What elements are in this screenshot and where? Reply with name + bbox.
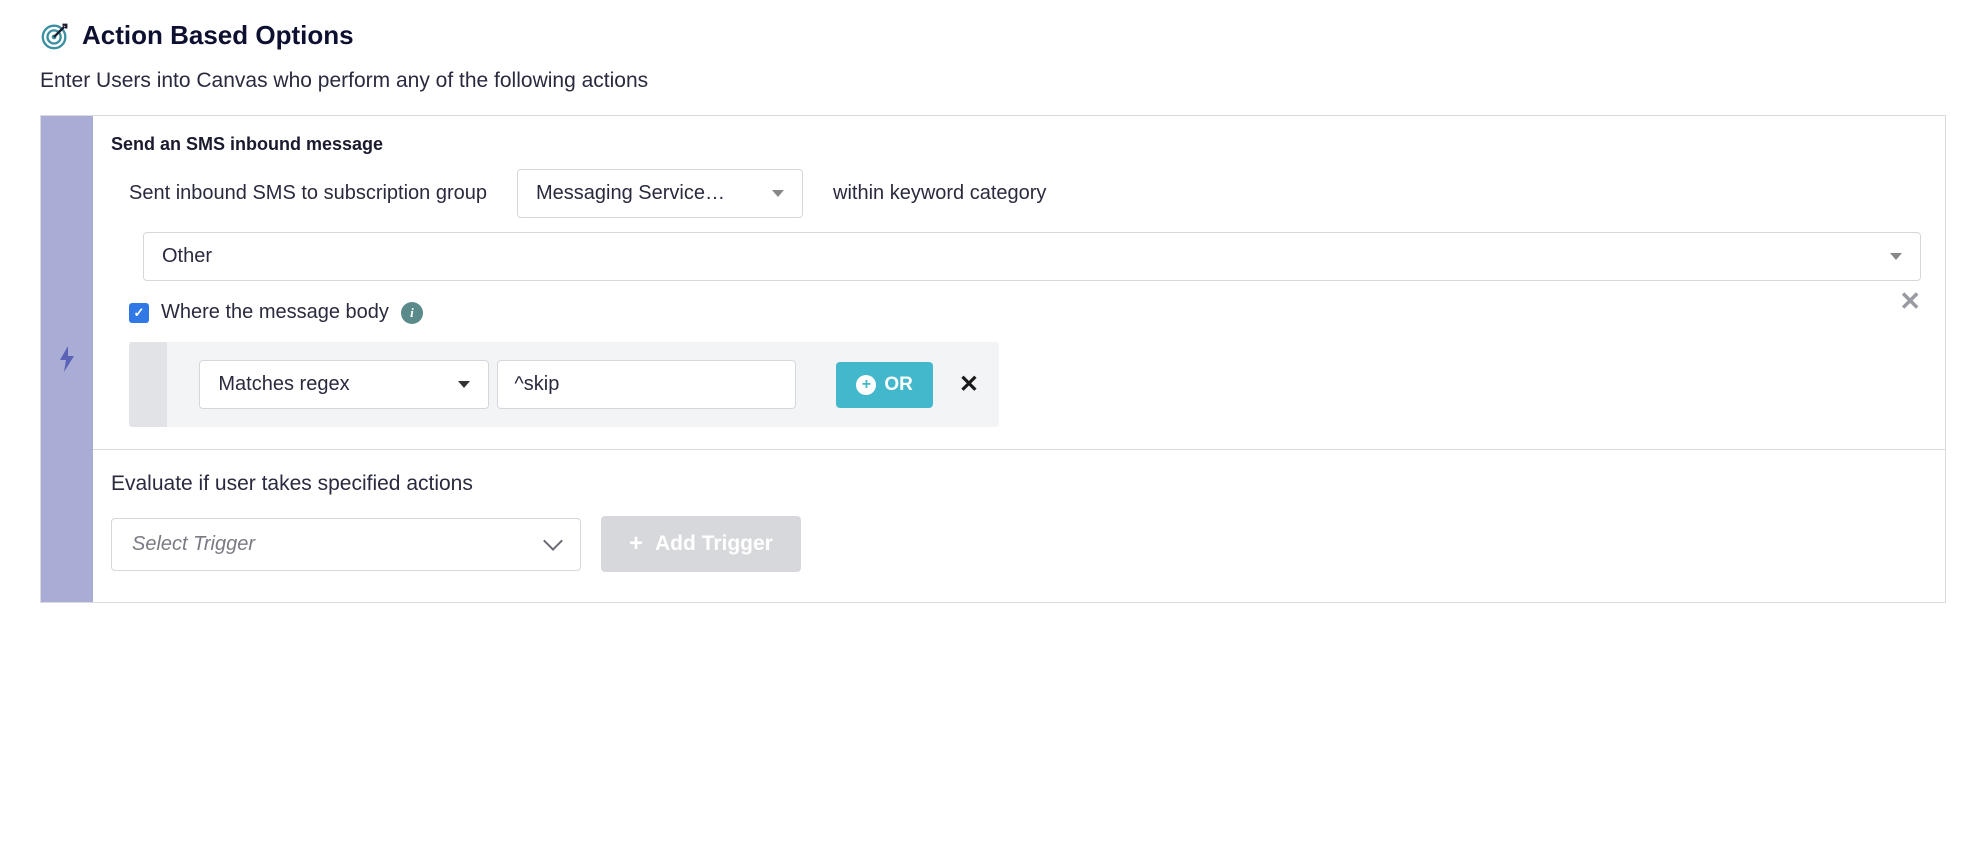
or-label: OR	[884, 374, 913, 396]
plus-icon: +	[629, 532, 643, 556]
caret-down-icon	[772, 190, 784, 197]
caret-down-icon	[458, 381, 470, 388]
operator-select[interactable]: Matches regex	[199, 360, 489, 409]
page-subtitle: Enter Users into Canvas who perform any …	[40, 69, 1946, 93]
page-title: Action Based Options	[82, 20, 354, 51]
filter-block: Matches regex + OR ✕	[129, 342, 999, 427]
trigger-section: Send an SMS inbound message Sent inbound…	[93, 116, 1945, 449]
subscription-select-value: Messaging Service…	[536, 182, 725, 205]
evaluate-section: Evaluate if user takes specified actions…	[93, 449, 1945, 602]
trigger-title: Send an SMS inbound message	[111, 134, 1921, 155]
keyword-select-value: Other	[162, 245, 212, 268]
page-header: Action Based Options	[40, 20, 1946, 51]
add-trigger-label: Add Trigger	[655, 532, 773, 556]
subscription-group-select[interactable]: Messaging Service…	[517, 169, 803, 218]
or-button[interactable]: + OR	[836, 362, 933, 408]
operator-value: Matches regex	[218, 373, 349, 396]
evaluate-label: Evaluate if user takes specified actions	[111, 472, 1921, 496]
info-icon[interactable]: i	[401, 302, 423, 324]
plus-circle-icon: +	[856, 375, 876, 395]
keyword-row: Other	[111, 232, 1921, 281]
within-label: within keyword category	[833, 182, 1046, 205]
filter-drag-handle[interactable]	[129, 342, 167, 427]
subscription-row: Sent inbound SMS to subscription group M…	[111, 169, 1921, 218]
sent-label: Sent inbound SMS to subscription group	[129, 182, 487, 205]
card-body: Send an SMS inbound message Sent inbound…	[93, 116, 1945, 602]
regex-value-input[interactable]	[497, 360, 796, 409]
keyword-category-select[interactable]: Other	[143, 232, 1921, 281]
filter-content: Matches regex + OR ✕	[167, 342, 999, 427]
add-trigger-button[interactable]: + Add Trigger	[601, 516, 801, 572]
card-accent	[41, 116, 93, 602]
target-icon	[40, 21, 70, 51]
chevron-down-icon	[543, 531, 563, 551]
remove-trigger-icon[interactable]: ✕	[1899, 286, 1921, 317]
trigger-card: Send an SMS inbound message Sent inbound…	[40, 115, 1946, 603]
caret-down-icon	[1890, 253, 1902, 260]
message-body-check-row: ✓ Where the message body i	[111, 301, 1921, 324]
remove-filter-icon[interactable]: ✕	[959, 370, 979, 399]
checkbox-label: Where the message body	[161, 301, 389, 324]
select-trigger-placeholder: Select Trigger	[132, 533, 255, 556]
message-body-checkbox[interactable]: ✓	[129, 303, 149, 323]
evaluate-row: Select Trigger + Add Trigger	[111, 516, 1921, 572]
select-trigger-dropdown[interactable]: Select Trigger	[111, 518, 581, 571]
bolt-icon	[57, 344, 77, 374]
